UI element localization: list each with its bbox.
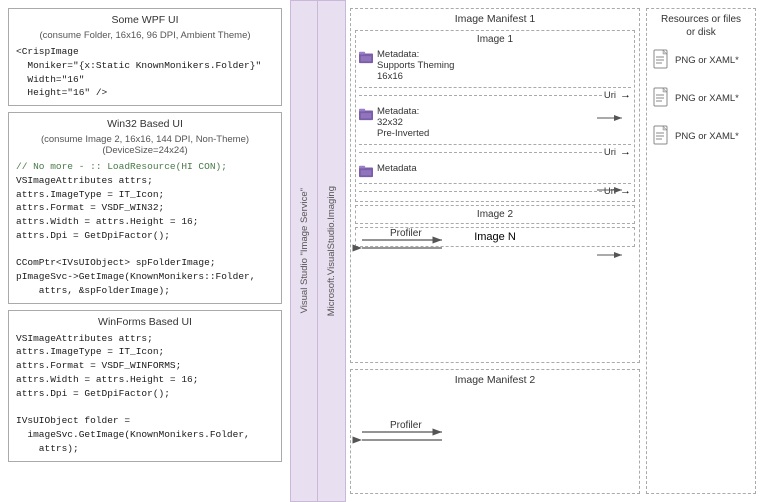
image-2-group: Image 2 [355, 205, 635, 224]
metadata-text-2: Metadata: 32x32 Pre-Inverted [377, 106, 429, 139]
win32-code: // No more - :: LoadResource(HI CON); VS… [16, 160, 274, 298]
ms-service-label: Microsoft.VisualStudio.Imaging [326, 186, 337, 316]
file-label-2: PNG or XAML* [675, 93, 739, 104]
metadata-item-1: Metadata: Supports Theming 16x16 [359, 47, 631, 84]
uri-line-3: Uri → [359, 183, 631, 197]
folder-icon-2 [359, 107, 373, 121]
win32-comment: // No more - :: LoadResource(HI CON); [16, 161, 227, 172]
file-label-3: PNG or XAML* [675, 131, 739, 142]
file-item-3: PNG or XAML* [651, 119, 751, 153]
file-item-1: PNG or XAML* [651, 43, 751, 77]
uri-label-1: Uri [604, 90, 616, 101]
winforms-code: VSImageAttributes attrs; attrs.ImageType… [16, 332, 274, 456]
folder-icon-1 [359, 50, 373, 64]
diagram-container: Some WPF UI (consume Folder, 16x16, 96 D… [0, 0, 764, 502]
metadata-text-3: Metadata [377, 163, 417, 174]
file-label-1: PNG or XAML* [675, 55, 739, 66]
profiler-label-1: Profiler [390, 228, 422, 239]
ms-service-bar: Microsoft.VisualStudio.Imaging [318, 0, 346, 502]
winforms-code-box: WinForms Based UI VSImageAttributes attr… [8, 310, 282, 462]
image-1-title: Image 1 [359, 34, 631, 45]
uri-line-2: Uri → [359, 144, 631, 158]
metadata-item-3: Metadata [359, 161, 631, 180]
wpf-subtitle: (consume Folder, 16x16, 96 DPI, Ambient … [16, 30, 274, 41]
metadata-item-2: Metadata: 32x32 Pre-Inverted [359, 104, 631, 141]
file-icon-3 [653, 125, 671, 147]
vs-service-bar: Visual Studio "Image Service" [290, 0, 318, 502]
wpf-code-box: Some WPF UI (consume Folder, 16x16, 96 D… [8, 8, 282, 106]
win32-code-box: Win32 Based UI (consume Image 2, 16x16, … [8, 112, 282, 304]
manifest-2-title: Image Manifest 2 [355, 374, 635, 386]
winforms-title: WinForms Based UI [16, 316, 274, 328]
middle-panel: Visual Studio "Image Service" Microsoft.… [290, 0, 350, 502]
uri-line-1: Uri → [359, 87, 631, 101]
wpf-title: Some WPF UI [16, 14, 274, 26]
win32-title: Win32 Based UI [16, 118, 274, 130]
folder-icon-3 [359, 164, 373, 178]
image-1-group: Image 1 Metadata: Supports Theming 16x16 [355, 30, 635, 202]
file-item-2: PNG or XAML* [651, 81, 751, 115]
file-icon-1 [653, 49, 671, 71]
uri-label-2: Uri [604, 147, 616, 158]
metadata-text-1: Metadata: Supports Theming 16x16 [377, 49, 454, 82]
uri-label-3: Uri [604, 186, 616, 197]
resources-section: Resources or files or disk PNG or XAML* [646, 8, 756, 494]
image-2-title: Image 2 [359, 209, 631, 220]
image-manifest-2: Image Manifest 2 [350, 369, 640, 494]
wpf-code: <CrispImage Moniker="{x:Static KnownMoni… [16, 45, 274, 100]
image-n-title: Image N [474, 231, 516, 243]
resources-title: Resources or files or disk [651, 13, 751, 39]
vs-service-label: Visual Studio "Image Service" [299, 188, 310, 313]
manifest-1-title: Image Manifest 1 [355, 13, 635, 25]
profiler-label-2: Profiler [390, 420, 422, 431]
win32-subtitle: (consume Image 2, 16x16, 144 DPI, Non-Th… [16, 134, 274, 156]
file-icon-2 [653, 87, 671, 109]
image-manifest-1: Image Manifest 1 Image 1 Metadata: Suppo… [350, 8, 640, 363]
left-panel: Some WPF UI (consume Folder, 16x16, 96 D… [0, 0, 290, 502]
